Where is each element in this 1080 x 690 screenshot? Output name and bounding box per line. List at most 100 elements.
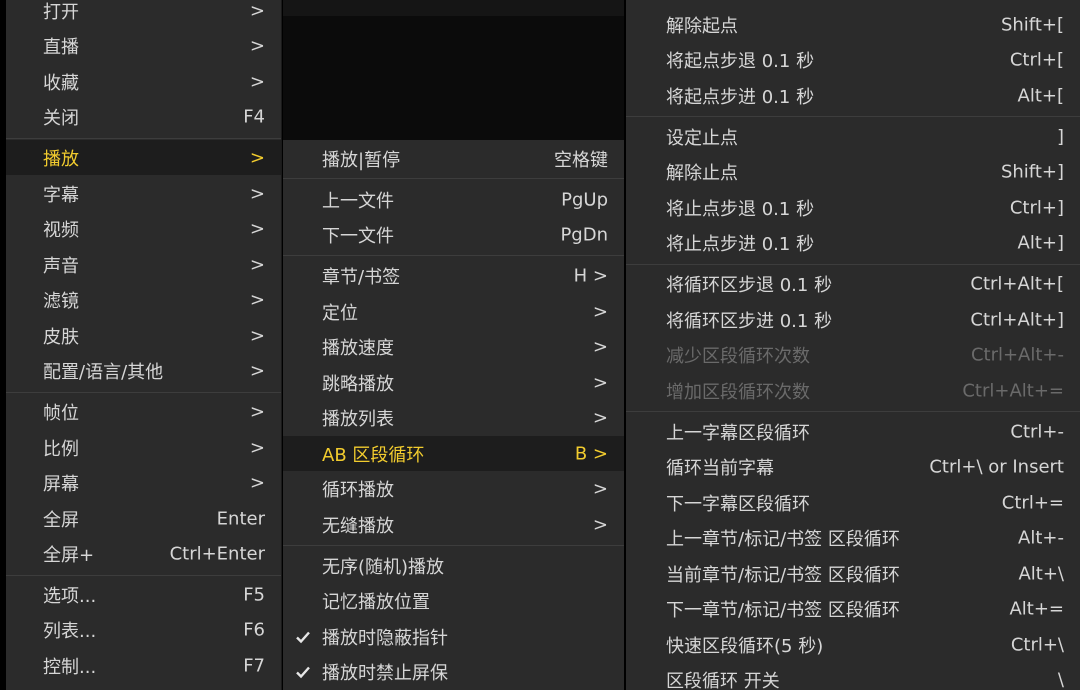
submenu-arrow-icon: >	[249, 437, 265, 458]
menu-item-label: 选项...	[43, 585, 97, 607]
menu-item-options[interactable]: 选项... F5	[6, 577, 281, 612]
menu-item-speed[interactable]: 播放速度 >	[283, 329, 624, 364]
submenu-arrow-icon: >	[249, 360, 265, 381]
menu-item-next-sub-loop[interactable]: 下一字幕区段循环 Ctrl+=	[626, 485, 1080, 520]
menu-item-label: AB 区段循环	[322, 444, 425, 466]
menu-item-frame[interactable]: 帧位 >	[6, 394, 281, 429]
menu-item-label: 收藏	[43, 72, 79, 94]
menu-item-playlist-sub[interactable]: 播放列表 >	[283, 400, 624, 435]
menu-item-set-end[interactable]: 设定止点]	[626, 119, 1080, 154]
menu-item-remember-position[interactable]: 记忆播放位置	[283, 583, 624, 618]
menu-item-ab-loop[interactable]: AB 区段循环 B >	[283, 436, 624, 471]
menu-item-clear-end[interactable]: 解除止点 Shift+]	[626, 154, 1080, 189]
menu-item-audio[interactable]: 声音 >	[6, 247, 281, 282]
menu-item-label: 下一字幕区段循环	[666, 493, 810, 515]
menu-item-control[interactable]: 控制... F7	[6, 648, 281, 683]
menu-item-shortcut: F4	[243, 106, 265, 127]
menu-item-start-forward[interactable]: 将起点步进 0.1 秒 Alt+[	[626, 78, 1080, 113]
menu-item-shortcut: H >	[573, 265, 608, 286]
menu-item-increase-loops: 增加区段循环次数 Ctrl+Alt+=	[626, 373, 1080, 408]
menu-item-playlist[interactable]: 列表... F6	[6, 612, 281, 647]
menu-item-prev-file[interactable]: 上一文件 PgUp	[283, 182, 624, 217]
menu-item-filters[interactable]: 滤镜 >	[6, 282, 281, 317]
menu-item-loop-play[interactable]: 循环播放 >	[283, 471, 624, 506]
menu-item-gapless[interactable]: 无缝播放 >	[283, 507, 624, 542]
menu-item-loop-toggle[interactable]: 区段循环 开关 \	[626, 662, 1080, 690]
menu-item-shortcut: Shift+[	[1000, 14, 1064, 35]
menu-item-label: 控制...	[43, 656, 97, 678]
menu-item-shortcut: Ctrl+]	[1009, 197, 1064, 218]
menu-item-aspect[interactable]: 比例 >	[6, 430, 281, 465]
submenu-arrow-icon: >	[249, 472, 265, 493]
menu-item-label: 增加区段循环次数	[666, 381, 810, 403]
menu-item-shortcut: PgDn	[560, 224, 608, 245]
menu-item-chapters[interactable]: 章节/书签 H >	[283, 258, 624, 293]
menu-item-disable-screensaver[interactable]: 播放时禁止屏保	[283, 654, 624, 689]
menu-item-shuffle[interactable]: 无序(随机)播放	[283, 548, 624, 583]
menu-item-label: 解除起点	[666, 15, 738, 37]
menu-item-start-back[interactable]: 将起点步退 0.1 秒 Ctrl+[	[626, 42, 1080, 77]
menu-item-shortcut: Ctrl+Alt+[	[970, 273, 1064, 294]
menu-item-fullscreen[interactable]: 全屏 Enter	[6, 501, 281, 536]
menu-item-seek[interactable]: 定位 >	[283, 294, 624, 329]
menu-item-range-back[interactable]: 将循环区步退 0.1 秒 Ctrl+Alt+[	[626, 266, 1080, 301]
menu-item-range-forward[interactable]: 将循环区步进 0.1 秒 Ctrl+Alt+]	[626, 302, 1080, 337]
menu-item-label: 配置/语言/其他	[43, 361, 164, 383]
menu-item-label: 滤镜	[43, 290, 79, 312]
submenu-arrow-icon: >	[592, 301, 608, 322]
menu-item-label: 直播	[43, 36, 79, 58]
menu-item-label: 减少区段循环次数	[666, 345, 810, 367]
menu-item-live[interactable]: 直播 >	[6, 28, 281, 63]
submenu-arrow-icon: >	[249, 0, 265, 21]
menu-item-label: 皮肤	[43, 326, 79, 348]
menu-item-favorites[interactable]: 收藏 >	[6, 64, 281, 99]
menu-item-clear-start[interactable]: 解除起点 Shift+[	[626, 7, 1080, 42]
menu-item-close[interactable]: 关闭 F4	[6, 99, 281, 134]
menu-item-prev-chapter-loop[interactable]: 上一章节/标记/书签 区段循环 Alt+-	[626, 520, 1080, 555]
menu-separator	[283, 178, 624, 179]
menu-item-label: 屏幕	[43, 473, 79, 495]
menu-item-label: 声音	[43, 255, 79, 277]
menu-item-end-forward[interactable]: 将止点步进 0.1 秒 Alt+]	[626, 225, 1080, 260]
menu-item-shortcut: Ctrl+\ or Insert	[929, 456, 1064, 477]
menu-separator	[283, 545, 624, 546]
menu-item-play-pause[interactable]: 播放|暂停 空格键	[283, 141, 624, 176]
menu-item-label: 视频	[43, 219, 79, 241]
menu-item-skins[interactable]: 皮肤 >	[6, 318, 281, 353]
menu-item-label: 跳略播放	[322, 373, 394, 395]
submenu-arrow-icon: >	[249, 183, 265, 204]
menu-item-label: 播放	[43, 148, 79, 170]
menu-separator	[626, 116, 1080, 117]
menu-item-shortcut: Alt+]	[1017, 232, 1064, 253]
menu-item-hide-cursor[interactable]: 播放时隐蔽指针	[283, 619, 624, 654]
menu-item-prev-sub-loop[interactable]: 上一字幕区段循环 Ctrl+-	[626, 414, 1080, 449]
menu-item-shortcut: Ctrl+Enter	[169, 543, 265, 564]
main-context-menu: 打开 > 直播 > 收藏 > 关闭 F4 播放 > 字幕 > 视频 > 声音 > 滤镜 > 皮肤 >…	[6, 0, 281, 690]
menu-item-skip-play[interactable]: 跳略播放 >	[283, 365, 624, 400]
menu-item-next-chapter-loop[interactable]: 下一章节/标记/书签 区段循环 Alt+=	[626, 591, 1080, 626]
menu-item-shortcut: F5	[243, 584, 265, 605]
menu-item-screen[interactable]: 屏幕 >	[6, 465, 281, 500]
menu-item-fullscreen-plus[interactable]: 全屏+ Ctrl+Enter	[6, 536, 281, 571]
menu-item-config[interactable]: 配置/语言/其他 >	[6, 353, 281, 388]
menu-item-video[interactable]: 视频 >	[6, 211, 281, 246]
menu-item-label: 将循环区步退 0.1 秒	[666, 274, 833, 296]
submenu-arrow-icon: >	[592, 478, 608, 499]
menu-item-label: 设定止点	[666, 127, 738, 149]
menu-item-quick-loop[interactable]: 快速区段循环(5 秒) Ctrl+\	[626, 627, 1080, 662]
submenu-arrow-icon: >	[249, 71, 265, 92]
menu-item-play[interactable]: 播放 >	[6, 140, 281, 175]
menu-item-end-back[interactable]: 将止点步退 0.1 秒 Ctrl+]	[626, 190, 1080, 225]
menu-item-current-chapter-loop[interactable]: 当前章节/标记/书签 区段循环 Alt+\	[626, 556, 1080, 591]
menu-item-shortcut: Ctrl+-	[1010, 421, 1064, 442]
menu-item-shortcut: Ctrl+Alt+=	[962, 380, 1064, 401]
menu-item-loop-current-sub[interactable]: 循环当前字幕 Ctrl+\ or Insert	[626, 449, 1080, 484]
menu-item-shortcut: Alt+=	[1009, 598, 1064, 619]
menu-item-label: 解除止点	[666, 162, 738, 184]
menu-item-subtitles[interactable]: 字幕 >	[6, 176, 281, 211]
menu-item-shortcut: Ctrl+Alt+-	[970, 344, 1064, 365]
menu-item-open[interactable]: 打开 >	[6, 0, 281, 28]
menu-separator	[6, 392, 281, 393]
menu-item-label: 将止点步退 0.1 秒	[666, 198, 815, 220]
menu-item-next-file[interactable]: 下一文件 PgDn	[283, 217, 624, 252]
